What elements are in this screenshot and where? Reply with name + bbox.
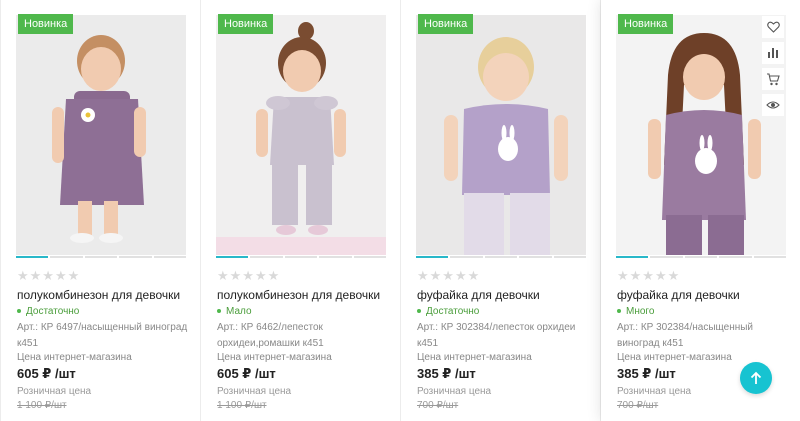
product-title[interactable]: фуфайка для девочки (617, 288, 740, 302)
heart-icon (766, 21, 780, 33)
stock-dot-icon (417, 309, 421, 314)
product-card[interactable]: Новинка ★★★★★ фуфайка дл (401, 0, 601, 421)
new-badge: Новинка (418, 14, 474, 34)
pager-dot[interactable] (153, 256, 187, 258)
old-price: 1 100 ₽/шт (17, 400, 67, 411)
stock-dot-icon (217, 309, 221, 314)
pager-dot[interactable] (119, 256, 152, 258)
article-number: Арт.: КР 302384/насыщенный виноград к451 (617, 322, 754, 349)
pager-dot[interactable] (353, 256, 387, 258)
stock-dot-icon (617, 309, 621, 314)
stock-label: Много (626, 306, 655, 317)
stock-status: Достаточно (17, 306, 79, 317)
retail-price-label: Розничная цена (417, 386, 492, 397)
price-label: Цена интернет-магазина (217, 352, 332, 363)
image-pager[interactable] (216, 256, 387, 259)
product-image[interactable] (416, 15, 586, 255)
image-pager[interactable] (16, 256, 187, 259)
pager-dot[interactable] (519, 256, 552, 258)
image-pager[interactable] (616, 256, 787, 259)
compare-button[interactable] (762, 42, 784, 64)
pager-dot[interactable] (250, 256, 283, 258)
stock-label: Достаточно (26, 306, 80, 317)
product-grid: Новинка ★★★★★ полукомбинезон для девочки… (0, 0, 800, 421)
product-title[interactable]: полукомбинезон для девочки (17, 288, 180, 302)
stock-status: Мало (217, 306, 252, 317)
price: 605 ₽ /шт (17, 366, 76, 381)
pager-dot[interactable] (319, 256, 352, 258)
old-price: 700 ₽/шт (417, 400, 459, 411)
stock-status: Много (617, 306, 654, 317)
arrow-up-icon (750, 371, 762, 384)
stock-label: Достаточно (426, 306, 480, 317)
new-badge: Новинка (618, 14, 674, 34)
pager-dot[interactable] (616, 256, 649, 258)
rating-stars: ★★★★★ (617, 268, 681, 283)
pager-dot[interactable] (719, 256, 752, 258)
price: 385 ₽ /шт (617, 366, 676, 381)
price-label: Цена интернет-магазина (17, 352, 132, 363)
product-title[interactable]: фуфайка для девочки (417, 288, 540, 302)
pager-dot[interactable] (450, 256, 483, 258)
stock-label: Мало (226, 306, 252, 317)
pager-dot[interactable] (416, 256, 449, 258)
product-image[interactable] (616, 15, 786, 255)
rating-stars: ★★★★★ (417, 268, 481, 283)
article-number: Арт.: КР 302384/лепесток орхидеи к451 (417, 322, 576, 349)
pager-dot[interactable] (216, 256, 249, 258)
pager-dot[interactable] (753, 256, 787, 258)
quick-view-button[interactable] (762, 94, 784, 116)
add-to-cart-button[interactable] (762, 68, 784, 90)
cart-icon (767, 72, 780, 85)
old-price: 700 ₽/шт (617, 400, 659, 411)
price-label: Цена интернет-магазина (417, 352, 532, 363)
pager-dot[interactable] (553, 256, 587, 258)
image-pager[interactable] (416, 256, 587, 259)
retail-price-label: Розничная цена (217, 386, 292, 397)
article-number: Арт.: КР 6462/лепесток орхидеи,ромашки к… (217, 322, 324, 349)
stock-status: Достаточно (417, 306, 479, 317)
rating-stars: ★★★★★ (17, 268, 81, 283)
scroll-to-top-button[interactable] (740, 362, 772, 394)
product-title[interactable]: полукомбинезон для девочки (217, 288, 380, 302)
pager-dot[interactable] (84, 256, 118, 258)
product-image[interactable] (216, 15, 386, 255)
pager-dot[interactable] (50, 256, 83, 258)
new-badge: Новинка (18, 14, 74, 34)
product-card[interactable]: Новинка ★★★★★ полукомбинезон для девочки… (0, 0, 201, 421)
old-price: 1 100 ₽/шт (217, 400, 267, 411)
article-number: Арт.: КР 6497/насыщенный виноград к451 (17, 322, 188, 349)
compare-icon (768, 48, 778, 58)
price: 385 ₽ /шт (417, 366, 476, 381)
pager-dot[interactable] (484, 256, 518, 258)
product-image[interactable] (16, 15, 186, 255)
rating-stars: ★★★★★ (217, 268, 281, 283)
pager-dot[interactable] (684, 256, 718, 258)
product-card[interactable]: Новинка ★★★★★ полукомбинезон для девочки… (201, 0, 401, 421)
pager-dot[interactable] (16, 256, 49, 258)
pager-dot[interactable] (284, 256, 318, 258)
card-actions (762, 16, 784, 116)
favorite-button[interactable] (762, 16, 784, 38)
eye-icon (766, 101, 780, 109)
price: 605 ₽ /шт (217, 366, 276, 381)
new-badge: Новинка (218, 14, 274, 34)
price-label: Цена интернет-магазина (617, 352, 732, 363)
pager-dot[interactable] (650, 256, 683, 258)
retail-price-label: Розничная цена (17, 386, 92, 397)
retail-price-label: Розничная цена (617, 386, 692, 397)
stock-dot-icon (17, 309, 21, 314)
